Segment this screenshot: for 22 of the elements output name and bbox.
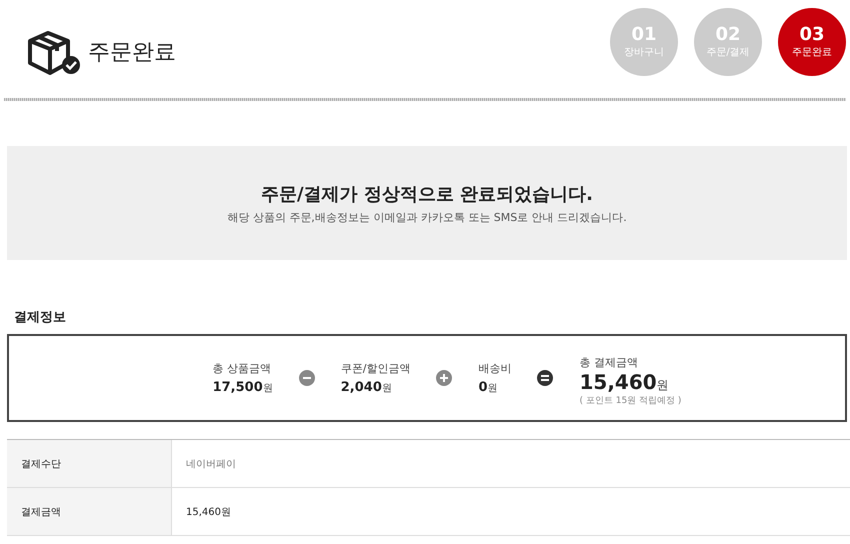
points-note: ( 포인트 15원 적립예정 ): [579, 395, 682, 407]
minus-icon: [298, 370, 315, 386]
total-value: 15,460원: [579, 370, 670, 394]
notice-message: 해당 상품의 주문,배송정보는 이메일과 카카오톡 또는 SMS로 안내 드리겠습니다.: [227, 210, 627, 224]
table-cell-text: 네이버페이: [185, 458, 237, 472]
section-title: 결제정보: [14, 309, 67, 327]
equals-icon: [537, 370, 554, 386]
table-header-cell: 결제수단: [7, 440, 172, 487]
page-title: 주문완료: [88, 39, 176, 67]
amount-label: 총 결제금액: [579, 355, 639, 370]
notice-heading: 주문/결제가 정상적으로 완료되었습니다.: [261, 182, 593, 206]
step-indicator: 03 주문완료: [778, 8, 846, 76]
amount-label: 총 상품금액: [212, 361, 272, 376]
plus-icon: [436, 370, 452, 386]
box-check-icon: [26, 29, 82, 75]
amount-value: 2,040원: [340, 379, 393, 395]
amount-value: 17,500원: [212, 379, 273, 395]
table-header-cell: 결제금액: [7, 488, 172, 535]
amount-label: 배송비: [478, 361, 512, 376]
amount-value: 0원: [478, 379, 499, 395]
table-cell-text: 15,460원: [185, 506, 232, 520]
amount-label: 쿠폰/할인금액: [340, 361, 410, 376]
